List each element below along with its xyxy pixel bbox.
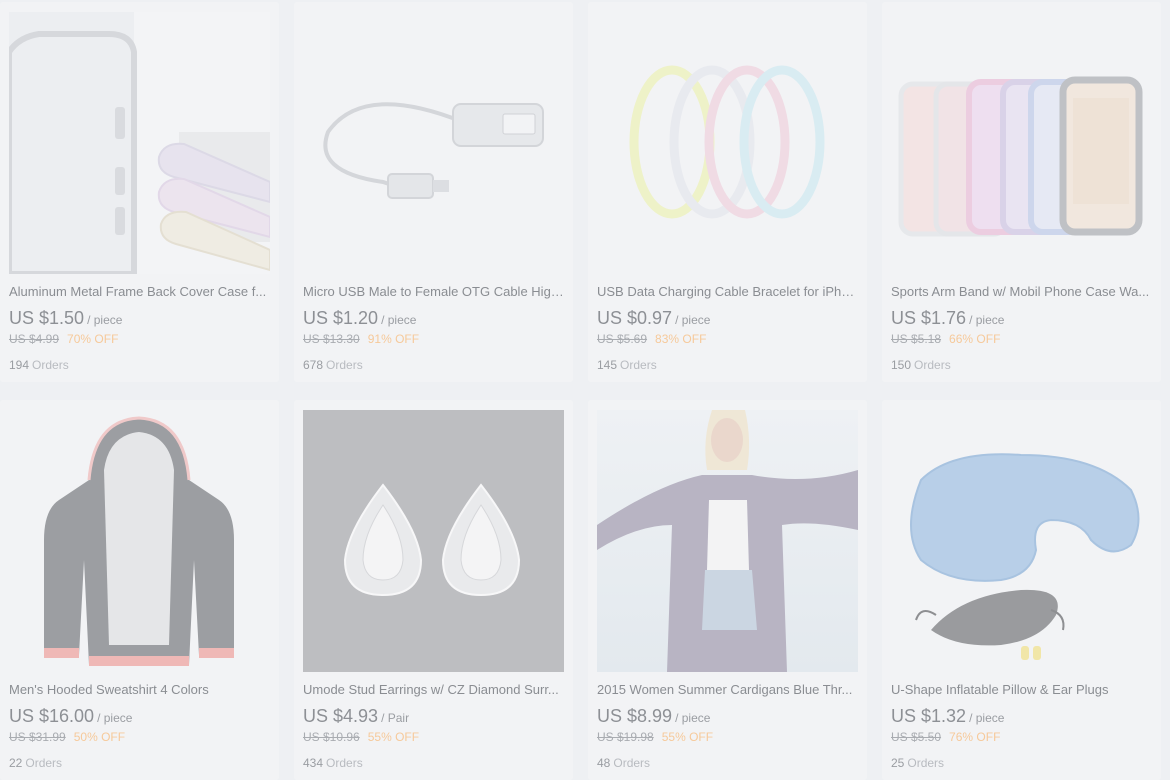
price-unit: / piece bbox=[969, 313, 1005, 327]
product-card[interactable]: Sports Arm Band w/ Mobil Phone Case Wa..… bbox=[882, 2, 1161, 382]
order-count-label: Orders bbox=[914, 358, 951, 372]
order-count-label: Orders bbox=[326, 756, 363, 770]
product-grid: Aluminum Metal Frame Back Cover Case f..… bbox=[0, 0, 1170, 780]
product-price: US $1.50/ piece bbox=[9, 308, 122, 329]
order-count-value: 48 bbox=[597, 756, 611, 770]
original-price: US $4.99 bbox=[9, 332, 60, 346]
order-count-value: 194 bbox=[9, 358, 30, 372]
price-amount: US $8.99 bbox=[597, 706, 673, 726]
order-count: 194 Orders bbox=[9, 358, 69, 372]
product-card[interactable]: Aluminum Metal Frame Back Cover Case f..… bbox=[0, 2, 279, 382]
price-amount: US $1.20 bbox=[303, 308, 379, 328]
product-image-cable-bracelet[interactable] bbox=[597, 12, 858, 274]
original-price: US $13.30 bbox=[303, 332, 360, 346]
product-price: US $0.97/ piece bbox=[597, 308, 710, 329]
product-image-sweatshirt[interactable] bbox=[9, 410, 270, 672]
order-count-value: 145 bbox=[597, 358, 618, 372]
product-price: US $1.32/ piece bbox=[891, 706, 1004, 727]
product-card[interactable]: Micro USB Male to Female OTG Cable High.… bbox=[294, 2, 573, 382]
order-count-label: Orders bbox=[613, 756, 651, 770]
order-count-label: Orders bbox=[32, 358, 69, 372]
discount-badge: 55% OFF bbox=[367, 730, 420, 744]
original-price-row: US $4.99 70% OFF bbox=[9, 332, 118, 346]
original-price: US $5.50 bbox=[891, 730, 942, 744]
order-count-label: Orders bbox=[620, 358, 657, 372]
price-amount: US $1.50 bbox=[9, 308, 85, 328]
order-count-value: 434 bbox=[303, 756, 324, 770]
order-count: 22 Orders bbox=[9, 756, 62, 770]
order-count-value: 678 bbox=[303, 358, 324, 372]
product-title[interactable]: Micro USB Male to Female OTG Cable High.… bbox=[303, 284, 565, 299]
original-price: US $5.18 bbox=[891, 332, 942, 346]
discount-badge: 50% OFF bbox=[73, 730, 126, 744]
product-image-phone-case[interactable] bbox=[9, 12, 270, 274]
product-image-travel-pillow[interactable] bbox=[891, 410, 1152, 672]
price-unit: / piece bbox=[969, 711, 1005, 725]
original-price-row: US $5.50 76% OFF bbox=[891, 730, 1000, 744]
order-count-value: 25 bbox=[891, 756, 905, 770]
product-title[interactable]: Sports Arm Band w/ Mobil Phone Case Wa..… bbox=[891, 284, 1153, 299]
order-count-label: Orders bbox=[326, 358, 363, 372]
price-unit: / piece bbox=[675, 313, 711, 327]
original-price-row: US $13.30 91% OFF bbox=[303, 332, 419, 346]
price-amount: US $16.00 bbox=[9, 706, 95, 726]
original-price: US $19.98 bbox=[597, 730, 654, 744]
original-price: US $10.96 bbox=[303, 730, 360, 744]
product-image-earrings[interactable] bbox=[303, 410, 564, 672]
product-image-arm-band[interactable] bbox=[891, 12, 1152, 274]
price-unit: / piece bbox=[97, 711, 133, 725]
original-price-row: US $31.99 50% OFF bbox=[9, 730, 125, 744]
order-count-label: Orders bbox=[907, 756, 945, 770]
price-amount: US $1.32 bbox=[891, 706, 967, 726]
price-amount: US $4.93 bbox=[303, 706, 379, 726]
discount-badge: 91% OFF bbox=[367, 332, 420, 346]
original-price-row: US $5.18 66% OFF bbox=[891, 332, 1000, 346]
order-count-label: Orders bbox=[25, 756, 63, 770]
discount-badge: 66% OFF bbox=[949, 332, 1001, 346]
product-price: US $16.00/ piece bbox=[9, 706, 132, 727]
product-price: US $1.20/ piece bbox=[303, 308, 416, 329]
order-count-value: 22 bbox=[9, 756, 23, 770]
order-count-value: 150 bbox=[891, 358, 912, 372]
product-card[interactable]: Umode Stud Earrings w/ CZ Diamond Surr..… bbox=[294, 400, 573, 780]
product-title[interactable]: Men's Hooded Sweatshirt 4 Colors bbox=[9, 682, 271, 697]
product-price: US $4.93/ Pair bbox=[303, 706, 409, 727]
order-count: 25 Orders bbox=[891, 756, 944, 770]
discount-badge: 70% OFF bbox=[67, 332, 119, 346]
product-price: US $1.76/ piece bbox=[891, 308, 1004, 329]
discount-badge: 83% OFF bbox=[655, 332, 707, 346]
price-unit: / piece bbox=[675, 711, 711, 725]
product-image-cardigan[interactable] bbox=[597, 410, 858, 672]
product-card[interactable]: U-Shape Inflatable Pillow & Ear Plugs US… bbox=[882, 400, 1161, 780]
product-title[interactable]: USB Data Charging Cable Bracelet for iPh… bbox=[597, 284, 859, 299]
order-count: 150 Orders bbox=[891, 358, 951, 372]
order-count: 48 Orders bbox=[597, 756, 650, 770]
product-image-otg-cable[interactable] bbox=[303, 12, 564, 274]
discount-badge: 55% OFF bbox=[661, 730, 714, 744]
price-unit: / piece bbox=[87, 313, 123, 327]
original-price: US $31.99 bbox=[9, 730, 66, 744]
product-title[interactable]: Aluminum Metal Frame Back Cover Case f..… bbox=[9, 284, 271, 299]
product-title[interactable]: Umode Stud Earrings w/ CZ Diamond Surr..… bbox=[303, 682, 565, 697]
original-price-row: US $10.96 55% OFF bbox=[303, 730, 419, 744]
product-card[interactable]: 2015 Women Summer Cardigans Blue Thr... … bbox=[588, 400, 867, 780]
product-price: US $8.99/ piece bbox=[597, 706, 710, 727]
price-amount: US $1.76 bbox=[891, 308, 967, 328]
product-title[interactable]: U-Shape Inflatable Pillow & Ear Plugs bbox=[891, 682, 1153, 697]
original-price: US $5.69 bbox=[597, 332, 648, 346]
order-count: 434 Orders bbox=[303, 756, 363, 770]
price-unit: / piece bbox=[381, 313, 417, 327]
original-price-row: US $19.98 55% OFF bbox=[597, 730, 713, 744]
original-price-row: US $5.69 83% OFF bbox=[597, 332, 706, 346]
discount-badge: 76% OFF bbox=[949, 730, 1001, 744]
price-unit: / Pair bbox=[381, 711, 410, 725]
product-card[interactable]: USB Data Charging Cable Bracelet for iPh… bbox=[588, 2, 867, 382]
order-count: 678 Orders bbox=[303, 358, 363, 372]
price-amount: US $0.97 bbox=[597, 308, 673, 328]
order-count: 145 Orders bbox=[597, 358, 657, 372]
product-title[interactable]: 2015 Women Summer Cardigans Blue Thr... bbox=[597, 682, 859, 697]
product-card[interactable]: Men's Hooded Sweatshirt 4 Colors US $16.… bbox=[0, 400, 279, 780]
